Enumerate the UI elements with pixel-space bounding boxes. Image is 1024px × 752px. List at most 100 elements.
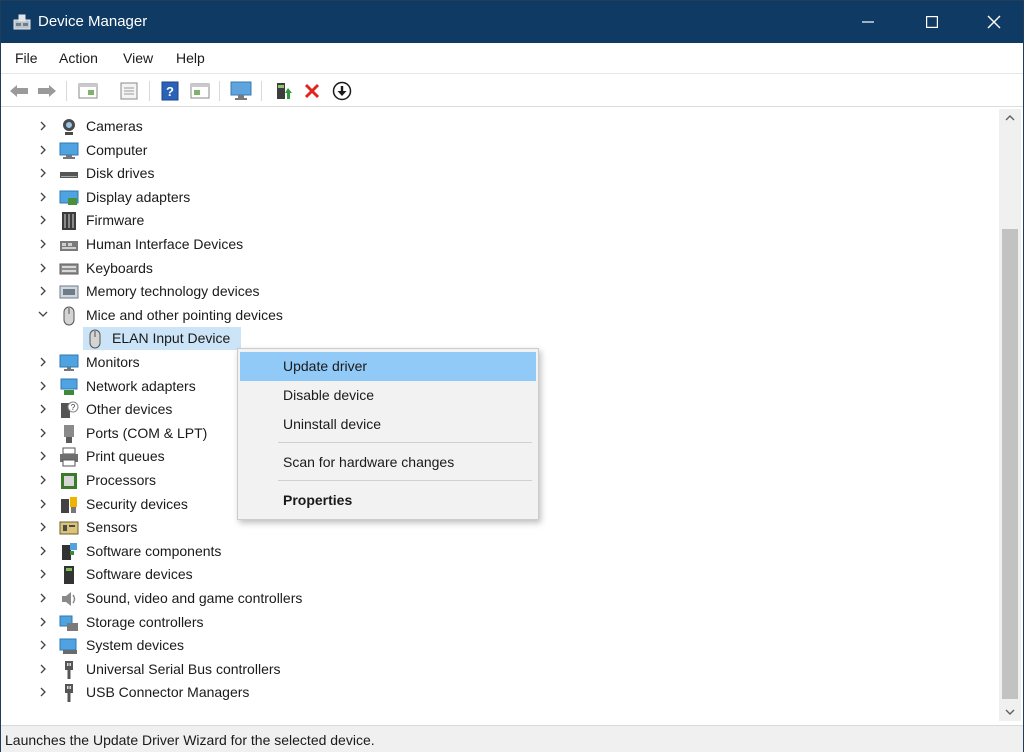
menu-item-properties[interactable]: Properties bbox=[240, 486, 536, 515]
tree-category-label: Security devices bbox=[86, 495, 188, 512]
tree-category[interactable]: Sound, video and game controllers bbox=[3, 587, 993, 610]
speaker-icon bbox=[59, 589, 79, 609]
chevron-right-icon[interactable] bbox=[37, 473, 49, 487]
chevron-right-icon[interactable] bbox=[37, 402, 49, 416]
scroll-down-arrow-icon[interactable] bbox=[999, 703, 1021, 721]
tree-category[interactable]: Storage controllers bbox=[3, 611, 993, 634]
chevron-right-icon[interactable] bbox=[37, 379, 49, 393]
tree-category-label: Cameras bbox=[86, 118, 143, 134]
tree-device-selected[interactable]: ELAN Input Device bbox=[3, 327, 993, 351]
title-bar[interactable]: Device Manager bbox=[1, 1, 1023, 43]
tree-category-label: Mice and other pointing devices bbox=[86, 306, 283, 323]
tree-category[interactable]: Software components bbox=[3, 540, 993, 563]
tree-category[interactable]: Universal Serial Bus controllers bbox=[3, 658, 993, 681]
chevron-right-icon[interactable] bbox=[37, 497, 49, 511]
tree-category[interactable]: Software devices bbox=[3, 563, 993, 586]
software-component-icon bbox=[59, 542, 79, 562]
chevron-right-icon[interactable] bbox=[37, 213, 49, 227]
tree-category[interactable]: Disk drives bbox=[3, 162, 993, 185]
context-menu: Update driver Disable device Uninstall d… bbox=[237, 348, 539, 520]
toolbar-separator bbox=[219, 81, 220, 101]
tree-category-label: Ports (COM & LPT) bbox=[86, 424, 208, 441]
chevron-right-icon[interactable] bbox=[37, 615, 49, 629]
hid-icon bbox=[59, 235, 79, 255]
chevron-right-icon[interactable] bbox=[37, 520, 49, 534]
chevron-right-icon[interactable] bbox=[37, 190, 49, 204]
status-text: Launches the Update Driver Wizard for th… bbox=[5, 732, 375, 748]
tree-category-label: Computer bbox=[86, 141, 148, 158]
menu-help[interactable]: Help bbox=[176, 50, 205, 66]
toolbar-separator bbox=[149, 81, 150, 101]
scroll-up-arrow-icon[interactable] bbox=[999, 109, 1021, 127]
show-hide-console-tree-icon[interactable] bbox=[77, 80, 99, 102]
tree-category[interactable]: Memory technology devices bbox=[3, 280, 993, 303]
chevron-right-icon[interactable] bbox=[37, 638, 49, 652]
vertical-scrollbar[interactable] bbox=[999, 109, 1021, 721]
tree-category-label: Software devices bbox=[86, 566, 193, 583]
chevron-right-icon[interactable] bbox=[37, 143, 49, 157]
menu-item-uninstall-device[interactable]: Uninstall device bbox=[240, 410, 536, 439]
chevron-right-icon[interactable] bbox=[37, 119, 49, 133]
tree-category[interactable]: Display adapters bbox=[3, 186, 993, 209]
computer-icon bbox=[59, 141, 79, 161]
action-pane-icon[interactable] bbox=[189, 80, 211, 102]
chevron-right-icon[interactable] bbox=[37, 166, 49, 180]
maximize-button[interactable] bbox=[909, 1, 955, 43]
chevron-right-icon[interactable] bbox=[37, 662, 49, 676]
storage-controller-icon bbox=[59, 613, 79, 633]
port-icon bbox=[59, 424, 79, 444]
printer-icon bbox=[59, 447, 79, 467]
security-device-icon bbox=[59, 495, 79, 515]
chevron-right-icon[interactable] bbox=[37, 426, 49, 440]
tree-category-label: Software components bbox=[86, 542, 222, 559]
chevron-right-icon[interactable] bbox=[37, 567, 49, 581]
update-driver-icon[interactable] bbox=[273, 80, 295, 102]
download-icon[interactable] bbox=[331, 80, 353, 102]
minimize-button[interactable] bbox=[845, 1, 891, 43]
scrollbar-thumb[interactable] bbox=[1002, 229, 1018, 699]
chevron-right-icon[interactable] bbox=[37, 261, 49, 275]
mouse-icon bbox=[59, 306, 79, 326]
other-devices-icon: ? bbox=[59, 400, 79, 420]
network-adapter-icon bbox=[59, 377, 79, 397]
chevron-right-icon[interactable] bbox=[37, 355, 49, 369]
monitor-icon bbox=[59, 353, 79, 373]
chevron-right-icon[interactable] bbox=[37, 685, 49, 699]
tree-category[interactable]: Human Interface Devices bbox=[3, 233, 993, 256]
tree-category-label: Universal Serial Bus controllers bbox=[86, 660, 281, 677]
device-manager-app-icon bbox=[13, 13, 31, 31]
menu-item-label: Scan for hardware changes bbox=[283, 454, 455, 470]
properties-icon[interactable] bbox=[118, 80, 140, 102]
chevron-right-icon[interactable] bbox=[37, 284, 49, 298]
tree-category[interactable]: Computer bbox=[3, 139, 993, 162]
chevron-right-icon[interactable] bbox=[37, 591, 49, 605]
window-title: Device Manager bbox=[38, 13, 148, 30]
menu-item-scan-hardware-changes[interactable]: Scan for hardware changes bbox=[240, 448, 536, 477]
disk-drive-icon bbox=[59, 164, 79, 184]
tree-category[interactable]: Keyboards bbox=[3, 257, 993, 280]
monitor-icon[interactable] bbox=[230, 80, 252, 102]
chevron-down-icon[interactable] bbox=[37, 308, 49, 322]
uninstall-icon[interactable] bbox=[301, 80, 323, 102]
tree-category-label: Sound, video and game controllers bbox=[86, 590, 303, 606]
tree-category[interactable]: USB Connector Managers bbox=[3, 681, 993, 704]
forward-icon[interactable] bbox=[36, 80, 58, 102]
tree-category[interactable]: Mice and other pointing devices bbox=[3, 304, 993, 327]
menu-view[interactable]: View bbox=[123, 50, 153, 66]
chevron-right-icon[interactable] bbox=[37, 544, 49, 558]
menu-item-update-driver[interactable]: Update driver bbox=[240, 352, 536, 381]
tree-category[interactable]: System devices bbox=[3, 634, 993, 657]
menu-item-label: Update driver bbox=[283, 358, 368, 374]
tree-category[interactable]: Firmware bbox=[3, 209, 993, 232]
tree-category[interactable]: Cameras bbox=[3, 115, 993, 138]
close-button[interactable] bbox=[971, 1, 1017, 43]
back-icon[interactable] bbox=[8, 80, 30, 102]
menu-action[interactable]: Action bbox=[59, 50, 98, 66]
chevron-right-icon[interactable] bbox=[37, 237, 49, 251]
menu-item-disable-device[interactable]: Disable device bbox=[240, 381, 536, 410]
status-bar: Launches the Update Driver Wizard for th… bbox=[1, 725, 1023, 752]
help-icon[interactable]: ? bbox=[159, 80, 181, 102]
chevron-right-icon[interactable] bbox=[37, 449, 49, 463]
tree-category-label: Storage controllers bbox=[86, 613, 204, 630]
menu-file[interactable]: File bbox=[15, 50, 38, 66]
